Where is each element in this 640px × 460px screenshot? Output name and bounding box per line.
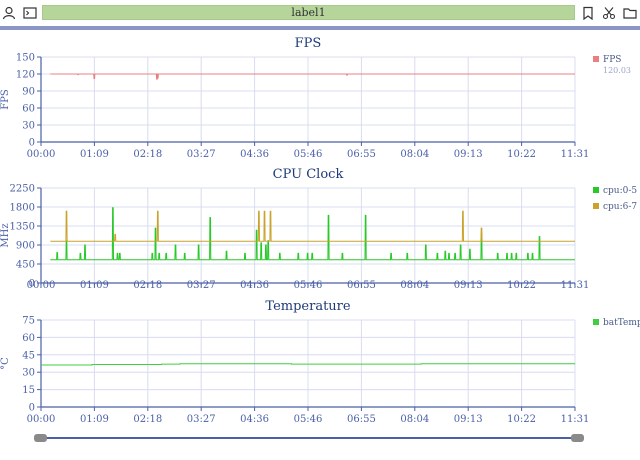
slider-end-handle[interactable]: [571, 434, 584, 442]
bookmark-icon[interactable]: [579, 4, 597, 22]
y-tick-label: 120: [16, 70, 35, 81]
x-tick-label: 03:27: [187, 414, 216, 425]
series-line-FPS: [50, 73, 575, 80]
chart-title: CPU Clock: [273, 167, 344, 182]
legend-swatch[interactable]: [593, 56, 599, 62]
x-tick-label: 10:22: [507, 414, 536, 425]
y-tick-label: 2250: [10, 184, 35, 195]
y-tick-label: 30: [22, 368, 35, 379]
x-tick-label: 02:18: [133, 149, 162, 160]
y-tick-label: 60: [22, 104, 35, 115]
x-tick-label: 01:09: [80, 414, 109, 425]
x-tick-label: 09:13: [454, 414, 483, 425]
x-tick-label: 10:22: [507, 280, 536, 291]
x-tick-label: 02:18: [133, 280, 162, 291]
y-axis-label: FPS: [0, 89, 11, 110]
label-bar: label1: [42, 5, 575, 20]
x-tick-label: 08:04: [400, 149, 429, 160]
y-tick-label: 450: [16, 260, 35, 271]
x-tick-label: 05:46: [294, 280, 323, 291]
x-tick-label: 06:55: [347, 414, 376, 425]
y-tick-label: 0: [29, 403, 35, 414]
x-tick-label: 08:04: [400, 280, 429, 291]
legend-value: 120.03: [603, 66, 631, 75]
terminal-icon[interactable]: [21, 4, 39, 22]
x-tick-label: 00:00: [27, 149, 56, 160]
x-tick-label: 06:55: [347, 149, 376, 160]
x-tick-label: 05:46: [294, 149, 323, 160]
chart-title: Temperature: [265, 299, 350, 314]
scissors-icon[interactable]: [600, 4, 618, 22]
y-tick-label: 60: [22, 333, 35, 344]
legend-label: cpu:6-7: [603, 202, 637, 212]
y-tick-label: 30: [22, 121, 35, 132]
x-tick-label: 03:27: [187, 280, 216, 291]
y-tick-label: 150: [16, 53, 35, 64]
x-tick-label: 06:55: [347, 280, 376, 291]
y-tick-label: 15: [22, 385, 35, 396]
x-tick-label: 10:22: [507, 149, 536, 160]
y-tick-label: 1350: [10, 222, 35, 233]
y-tick-label: 0: [29, 138, 35, 149]
legend-swatch[interactable]: [593, 319, 599, 325]
y-tick-label: 1800: [10, 203, 35, 214]
y-tick-label: 90: [22, 87, 35, 98]
x-tick-label: 01:09: [80, 280, 109, 291]
legend-swatch[interactable]: [593, 187, 599, 193]
x-tick-label: 09:13: [454, 280, 483, 291]
x-tick-label: 01:09: [80, 149, 109, 160]
y-tick-label: 75: [22, 316, 35, 327]
y-axis-label: MHz: [0, 223, 11, 247]
x-tick-label: 05:46: [294, 414, 323, 425]
y-axis-label: °C: [0, 357, 11, 370]
y-tick-label: 45: [22, 350, 35, 361]
series-line-cpu:0-5: [50, 207, 575, 261]
x-tick-label: 03:27: [187, 149, 216, 160]
x-tick-label: 04:36: [240, 149, 269, 160]
x-tick-label: 11:31: [561, 280, 590, 291]
x-tick-label: 09:13: [454, 149, 483, 160]
x-tick-label: 04:36: [240, 280, 269, 291]
x-tick-label: 11:31: [561, 414, 590, 425]
legend-label: cpu:0-5: [603, 186, 637, 196]
legend-label: FPS: [603, 55, 621, 65]
charts-area: FPS030609012015000:00 01:09 02:18 03:27 04:3…: [0, 36, 640, 425]
legend-label: batTemp: [603, 318, 640, 328]
y-tick-label: 900: [16, 241, 35, 252]
legend-swatch[interactable]: [593, 203, 599, 209]
slider-start-handle[interactable]: [34, 434, 47, 442]
x-tick-label: 00:00: [27, 414, 56, 425]
x-tick-label: 02:18: [133, 414, 162, 425]
user-icon[interactable]: [0, 4, 18, 22]
toolbar: label1: [0, 0, 640, 26]
time-range-slider[interactable]: [34, 432, 584, 444]
x-tick-label: 04:36: [240, 414, 269, 425]
chart-title: FPS: [295, 36, 322, 51]
x-tick-label: 11:31: [561, 149, 590, 160]
folder-icon[interactable]: [621, 4, 639, 22]
x-tick-label: 08:04: [400, 414, 429, 425]
